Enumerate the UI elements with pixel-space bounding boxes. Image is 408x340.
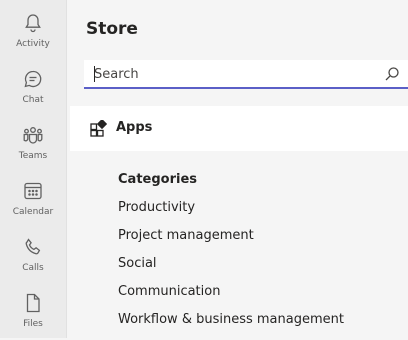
category-productivity[interactable]: Productivity	[118, 200, 344, 228]
nav-teams[interactable]: Teams	[0, 120, 66, 172]
store-panel: Store Apps Categories Productivity Proje…	[67, 0, 408, 338]
apps-icon	[90, 120, 107, 137]
search-icon[interactable]	[384, 66, 400, 82]
nav-calendar[interactable]: Calendar	[0, 176, 66, 228]
search-box[interactable]	[84, 60, 408, 89]
nav-calendar-label: Calendar	[12, 207, 54, 217]
page-title: Store	[86, 19, 138, 39]
categories-heading: Categories	[118, 172, 198, 187]
category-communication[interactable]: Communication	[118, 284, 344, 312]
phone-icon	[25, 238, 41, 255]
calendar-icon	[24, 182, 42, 200]
category-workflow-business-management[interactable]: Workflow & business management	[118, 312, 344, 340]
nav-teams-label: Teams	[18, 151, 48, 161]
nav-activity[interactable]: Activity	[0, 8, 66, 60]
nav-activity-label: Activity	[16, 39, 50, 49]
category-social[interactable]: Social	[118, 256, 344, 284]
category-project-management[interactable]: Project management	[118, 228, 344, 256]
nav-calls[interactable]: Calls	[0, 232, 66, 284]
text-caret	[94, 66, 95, 82]
chat-icon	[24, 70, 42, 88]
apps-label: Apps	[116, 120, 153, 135]
nav-files[interactable]: Files	[0, 288, 66, 340]
nav-files-label: Files	[23, 319, 43, 329]
file-icon	[26, 293, 40, 313]
nav-chat[interactable]: Chat	[0, 64, 66, 116]
bell-icon	[25, 14, 41, 33]
apps-nav-item[interactable]: Apps	[70, 106, 408, 151]
app-bar: Activity Chat Teams Calendar Calls Files	[0, 0, 67, 338]
nav-calls-label: Calls	[22, 263, 44, 273]
teams-icon	[23, 127, 43, 144]
categories-list: Categories Productivity Project manageme…	[118, 172, 344, 340]
nav-chat-label: Chat	[22, 95, 44, 105]
search-input[interactable]	[94, 64, 364, 84]
